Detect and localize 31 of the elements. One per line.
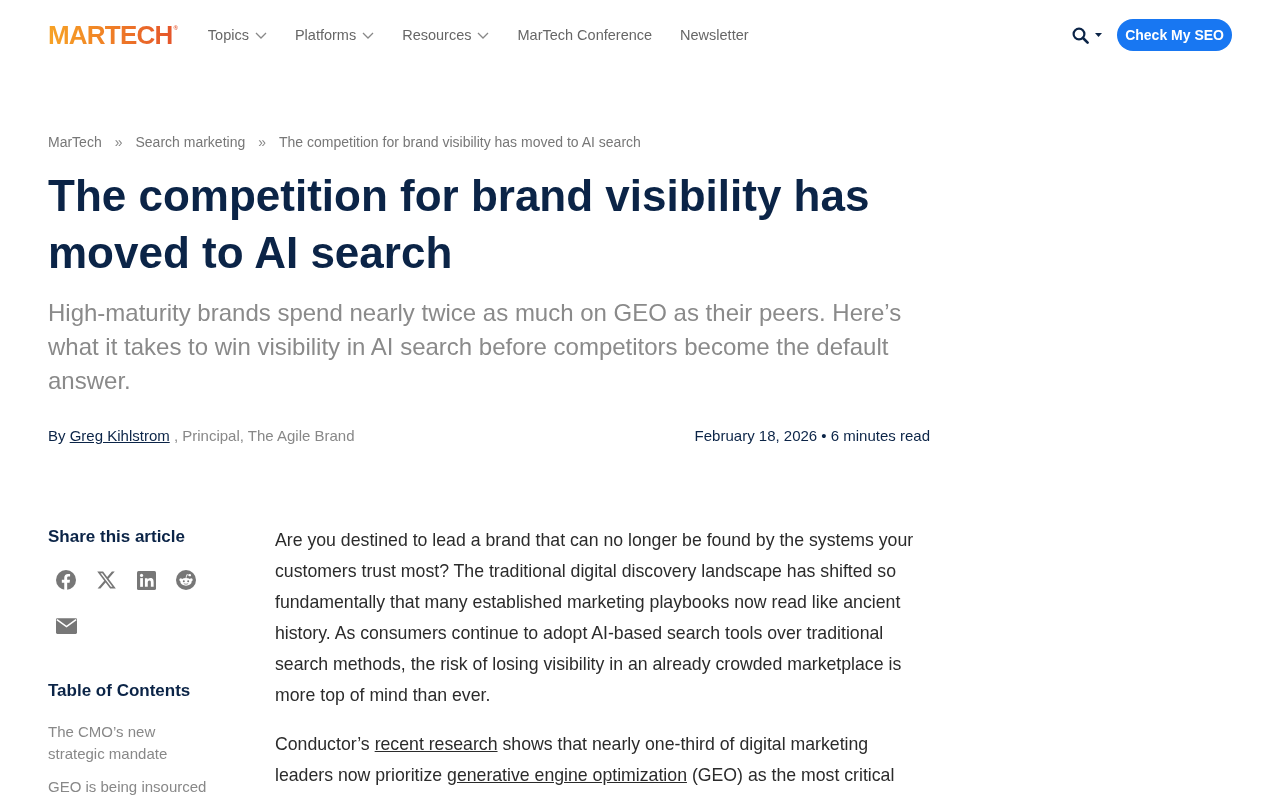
facebook-icon[interactable] [56, 570, 76, 590]
author-link[interactable]: Greg Kihlstrom [69, 427, 170, 444]
breadcrumb-link[interactable]: Search marketing [135, 132, 246, 152]
reddit-icon[interactable] [176, 570, 196, 590]
breadcrumb-current: The competition for brand visibility has moved to AI search [279, 133, 641, 152]
article-paragraph: Conductor’s recent research shows that nearly one-third of digital marketing leaders now prioritize generative engine optimization (GEO) as the most critical [275, 733, 896, 787]
check-seo-button[interactable]: Check My SEO [1117, 19, 1232, 51]
nav-link[interactable]: Resources [402, 27, 490, 43]
nav-link[interactable]: MarTech Conference [517, 27, 653, 43]
inline-link[interactable]: recent research [374, 734, 498, 754]
toc-link[interactable]: The CMO’s new strategic mandate [48, 721, 213, 765]
x-logo-icon[interactable] [96, 571, 116, 589]
article-paragraph: Are you destined to lead a brand that can no longer be found by the systems your customers trust most? The traditional digital discovery landscape has shifted so fundamentally that many established marketing playbooks now read like ancient history. As consumers continue to adopt AI-based search tools over traditional search methods, the risk of losing visibility in an already crowded marketplace is more top of mind than ever. [275, 529, 915, 707]
nav-link[interactable]: Platforms [294, 27, 375, 43]
article-subtitle: High-maturity brands spend nearly twice as much on GEO as their peers. Here’s what it takes to win visibility in AI search before competitors become the default answer. [48, 298, 903, 396]
envelope-icon[interactable] [55, 618, 77, 634]
inline-link[interactable]: generative engine optimization [447, 765, 687, 785]
byline: By Greg Kihlstrom , Principal, The Agile Brand [48, 426, 355, 446]
search-icon[interactable] [1072, 26, 1090, 44]
caret-icon[interactable] [1095, 33, 1103, 37]
breadcrumb-link[interactable]: MarTech [48, 132, 102, 152]
nav-link[interactable]: Newsletter [680, 27, 749, 43]
linkedin-icon[interactable] [136, 570, 156, 590]
nav-link[interactable]: Topics [207, 27, 267, 43]
toc-link[interactable]: GEO is being insourced [48, 776, 213, 798]
toc-heading: Table of Contents [48, 680, 192, 702]
breadcrumb-separator: » [114, 133, 123, 152]
share-heading: Share this article [48, 526, 186, 548]
breadcrumb-separator: » [258, 133, 266, 152]
article-title: The competition for brand visibility has moved to AI search [48, 170, 871, 279]
publish-date: February 18, 2026 • 6 minutes read [694, 426, 930, 446]
